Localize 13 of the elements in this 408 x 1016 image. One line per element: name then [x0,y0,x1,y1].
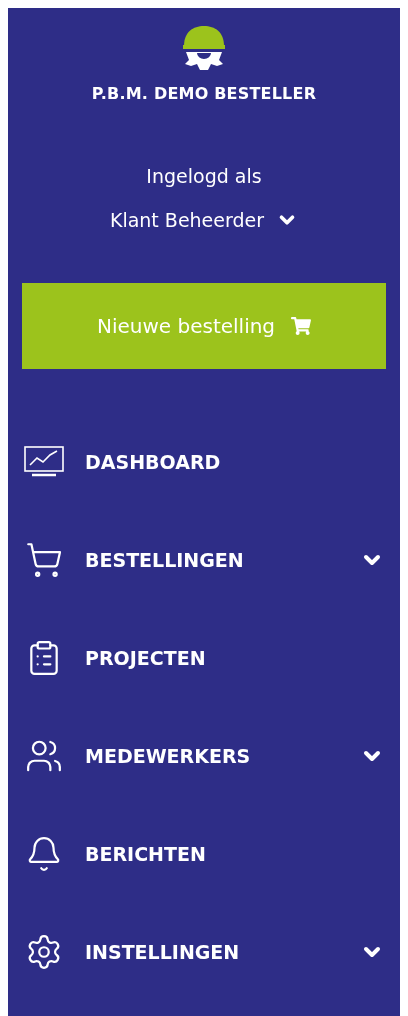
user-role-dropdown[interactable]: Klant Beheerder [109,209,299,231]
nav-item[interactable]: BESTELLINGEN [8,511,400,609]
login-caption: Ingelogd als [146,165,262,187]
monitor-chart-icon [24,446,64,478]
nav-item[interactable]: DASHBOARD [8,413,400,511]
brand-title: P.B.M. DEMO BESTELLER [91,84,317,103]
nav-item[interactable]: INSTELLINGEN [8,903,400,1001]
nav-item[interactable]: MEDEWERKERS [8,707,400,805]
cart-icon [25,541,63,579]
nav-item[interactable]: BERICHTEN [8,805,400,903]
helmet-gear-logo-icon [181,24,227,72]
nav-item[interactable]: PROJECTEN [8,609,400,707]
cart-icon [291,316,312,336]
